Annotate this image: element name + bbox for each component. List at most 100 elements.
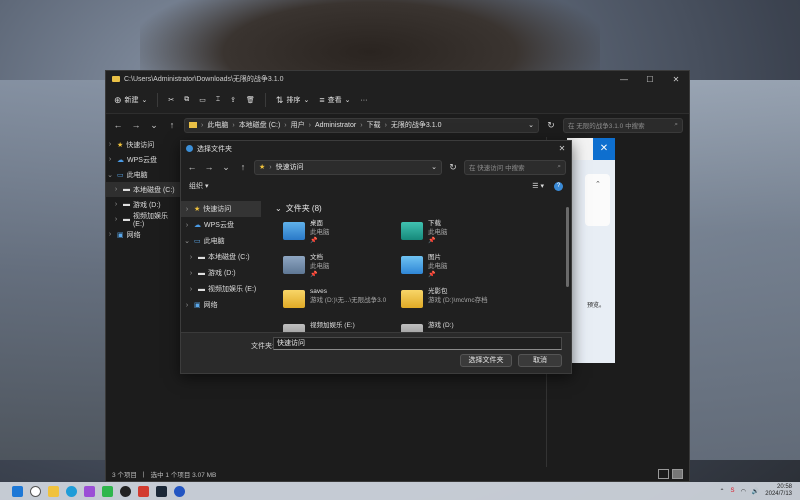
- refresh-icon[interactable]: ↻: [447, 162, 459, 173]
- cancel-button[interactable]: 取消: [518, 354, 562, 367]
- sidebar-item-drive-c[interactable]: › ▬ 本地磁盘 (C:): [181, 249, 261, 265]
- sidebar-item-quick-access[interactable]: › ★ 快速访问: [181, 201, 261, 217]
- chevron-down-icon[interactable]: ⌄: [431, 163, 437, 171]
- organize-button[interactable]: 组织 ▾: [189, 181, 208, 191]
- chevron-up-icon[interactable]: ⌃: [595, 180, 601, 188]
- group-header[interactable]: ⌄ 文件夹 (8): [267, 201, 567, 215]
- tiles-view-icon[interactable]: [672, 469, 683, 479]
- help-icon[interactable]: ?: [554, 181, 563, 191]
- sidebar-item-drive-e[interactable]: › ▬ 视频加娱乐 (E:): [181, 281, 261, 297]
- sort-icon: ⇅: [275, 94, 284, 105]
- delete-icon[interactable]: 🗑: [246, 96, 255, 104]
- folder-tile-shaderpacks[interactable]: 光影包 游戏 (D:)\mc\mc存档: [401, 287, 519, 315]
- sort-button[interactable]: ⇅ 排序 ⌄: [276, 95, 309, 106]
- address-bar[interactable]: › 此电脑 › 本地磁盘 (C:) › 用户 › Administrator › 下载 ›…: [184, 117, 539, 133]
- share-icon[interactable]: ⇪: [230, 96, 236, 104]
- sidebar-item-wps[interactable]: › ☁ WPS云盘: [106, 152, 181, 167]
- qq-icon[interactable]: [120, 485, 131, 497]
- cut-icon[interactable]: ✂: [168, 96, 174, 104]
- close-icon[interactable]: ✕: [663, 75, 689, 84]
- edge-icon[interactable]: [66, 485, 77, 497]
- clock[interactable]: 20:58 2024/7/13: [765, 484, 792, 498]
- sidebar-item-quick-access[interactable]: › ★ 快速访问: [106, 137, 181, 152]
- sidebar-item-network[interactable]: › ▣ 网络: [106, 227, 181, 242]
- details-view-icon[interactable]: [658, 469, 669, 479]
- breadcrumb[interactable]: 无限的战争3.1.0: [391, 120, 442, 130]
- back-icon[interactable]: ←: [112, 120, 124, 130]
- more-icon[interactable]: ···: [360, 97, 367, 104]
- network-icon: ▣: [194, 302, 201, 309]
- close-icon[interactable]: ✕: [593, 138, 615, 160]
- cloud-icon: ☁: [117, 156, 124, 164]
- picker-titlebar: 选择文件夹 ✕: [181, 141, 571, 156]
- breadcrumb[interactable]: 此电脑: [207, 120, 228, 130]
- minimize-icon[interactable]: —: [611, 75, 637, 84]
- wps-tray-icon[interactable]: S: [731, 488, 735, 494]
- sidebar-item-this-pc[interactable]: ⌄ ▭ 此电脑: [181, 233, 261, 249]
- breadcrumb[interactable]: 本地磁盘 (C:): [239, 120, 281, 130]
- sidebar-label: WPS云盘: [127, 156, 157, 164]
- sidebar-item-drive-c[interactable]: › ▬ 本地磁盘 (C:): [106, 182, 181, 197]
- new-button[interactable]: ⊕ 新建 ⌄: [114, 95, 147, 106]
- back-icon[interactable]: ←: [186, 162, 198, 172]
- star-icon: ★: [194, 206, 201, 213]
- forward-icon[interactable]: →: [130, 120, 142, 130]
- chevron-up-icon[interactable]: ⌃: [720, 488, 725, 495]
- breadcrumb[interactable]: 快速访问: [276, 162, 304, 172]
- close-icon[interactable]: ✕: [553, 144, 571, 153]
- app-icon[interactable]: [138, 485, 149, 497]
- wifi-icon[interactable]: ◠: [741, 488, 746, 495]
- up-icon[interactable]: ↑: [237, 162, 249, 172]
- folder-tile-desktop[interactable]: 桌面 此电脑 📌: [283, 219, 401, 247]
- settings-card[interactable]: ⌃: [585, 174, 610, 226]
- recent-dropdown-icon[interactable]: ⌄: [148, 120, 160, 131]
- sidebar-item-this-pc[interactable]: ⌄ ▭ 此电脑: [106, 167, 181, 182]
- maximize-icon[interactable]: ☐: [637, 75, 663, 84]
- folder-tile-pictures[interactable]: 图片 此电脑 📌: [401, 253, 519, 281]
- folder-name: 文档: [310, 254, 323, 261]
- picker-address-bar[interactable]: ★ › 快速访问 ⌄: [254, 159, 442, 175]
- start-icon[interactable]: [12, 485, 23, 497]
- app-icon[interactable]: [174, 485, 185, 497]
- sidebar-item-drive-d[interactable]: › ▬ 游戏 (D:): [106, 197, 181, 212]
- folder-field[interactable]: 快速访问: [273, 337, 562, 350]
- folder-tile-saves[interactable]: saves 游戏 (D:)\无...\无限战争3.0: [283, 287, 401, 315]
- picker-title: 选择文件夹: [197, 145, 232, 153]
- steam-icon[interactable]: [156, 485, 167, 497]
- file-explorer-icon[interactable]: [48, 485, 59, 497]
- new-label: 新建: [124, 97, 139, 104]
- search-input[interactable]: 在 无限的战争3.1.0 中搜索 ⌕: [563, 117, 683, 133]
- view-button[interactable]: ≡ 查看 ⌄: [319, 95, 350, 105]
- search-icon: ⌕: [557, 163, 561, 170]
- picker-search-input[interactable]: 在 快速访问 中搜索 ⌕: [464, 159, 566, 175]
- folder-tile-documents[interactable]: 文档 此电脑 📌: [283, 253, 401, 281]
- breadcrumb[interactable]: 用户: [291, 120, 305, 130]
- documents-folder-icon: [283, 256, 305, 274]
- chevron-down-icon[interactable]: ⌄: [528, 121, 534, 129]
- star-icon: ★: [117, 141, 124, 149]
- toolbar-divider: [157, 93, 159, 107]
- sidebar-item-network[interactable]: › ▣ 网络: [181, 297, 261, 313]
- app-icon[interactable]: [84, 485, 95, 497]
- folder-tile-downloads[interactable]: 下载 此电脑 📌: [401, 219, 519, 247]
- copy-icon[interactable]: ⧉: [184, 96, 189, 104]
- refresh-icon[interactable]: ↻: [545, 120, 557, 131]
- up-icon[interactable]: ↑: [166, 120, 178, 130]
- breadcrumb[interactable]: 下载: [367, 120, 381, 130]
- breadcrumb[interactable]: Administrator: [315, 122, 356, 129]
- group-header-label: 文件夹 (8): [285, 203, 322, 213]
- view-options-icon[interactable]: ☰ ▾: [532, 182, 544, 190]
- volume-icon[interactable]: 🔊: [752, 488, 759, 495]
- sidebar-item-drive-e[interactable]: › ▬ 视频加娱乐 (E:): [106, 212, 181, 228]
- search-icon[interactable]: [30, 485, 41, 497]
- sidebar-item-wps[interactable]: › ☁ WPS云盘: [181, 217, 261, 233]
- wechat-icon[interactable]: [102, 485, 113, 497]
- recent-dropdown-icon[interactable]: ⌄: [220, 162, 232, 173]
- sidebar-label: 网络: [126, 231, 141, 239]
- rename-icon[interactable]: ⌶: [216, 96, 220, 104]
- scrollbar[interactable]: [566, 207, 569, 287]
- select-folder-button[interactable]: 选择文件夹: [460, 354, 512, 367]
- forward-icon[interactable]: →: [203, 162, 215, 172]
- sidebar-item-drive-d[interactable]: › ▬ 游戏 (D:): [181, 265, 261, 281]
- paste-icon[interactable]: ▭: [199, 96, 206, 104]
